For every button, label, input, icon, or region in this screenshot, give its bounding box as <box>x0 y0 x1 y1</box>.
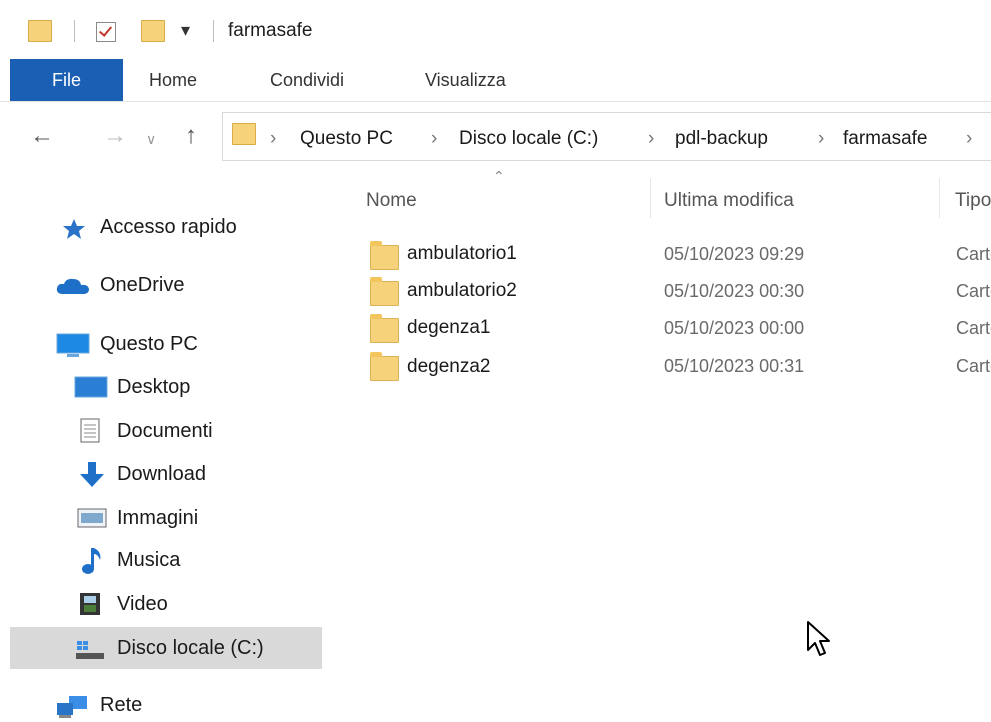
breadcrumb-chevron[interactable]: › <box>966 128 972 150</box>
recent-locations-chevron-icon[interactable]: ∨ <box>146 131 156 148</box>
breadcrumb-chevron[interactable]: › <box>648 128 654 150</box>
customize-toolbar-dropdown-icon[interactable]: ▾ <box>181 20 190 41</box>
window-title: farmasafe <box>228 20 313 41</box>
drive-icon <box>76 641 104 659</box>
desktop-icon <box>74 376 108 398</box>
breadcrumb-questo-pc[interactable]: Questo PC <box>300 128 393 150</box>
file-name[interactable]: ambulatorio2 <box>407 280 517 302</box>
nav-item-disco-locale[interactable]: Disco locale (C:) <box>117 637 264 660</box>
nav-item-accesso-rapido[interactable]: Accesso rapido <box>100 216 237 239</box>
toolbar-separator <box>74 20 75 42</box>
column-separator[interactable] <box>650 178 651 218</box>
nav-item-download[interactable]: Download <box>117 463 206 486</box>
address-folder-icon <box>232 123 256 145</box>
column-header-type[interactable]: Tipo <box>955 190 991 212</box>
breadcrumb-pdl-backup[interactable]: pdl-backup <box>675 128 768 150</box>
folder-icon <box>370 314 399 343</box>
forward-button[interactable]: → <box>103 122 127 150</box>
cloud-icon <box>56 278 89 294</box>
folder-icon <box>370 241 399 270</box>
file-modified: 05/10/2023 00:30 <box>664 281 805 301</box>
back-button[interactable]: ← <box>30 122 54 150</box>
ribbon-divider <box>0 101 991 102</box>
properties-icon[interactable] <box>96 22 116 42</box>
music-icon <box>82 548 101 574</box>
file-modified: 05/10/2023 09:29 <box>664 244 805 264</box>
toolbar-separator <box>213 20 214 42</box>
nav-item-questo-pc[interactable]: Questo PC <box>100 333 198 356</box>
nav-item-rete[interactable]: Rete <box>100 694 142 717</box>
file-name[interactable]: degenza2 <box>407 356 490 378</box>
nav-item-musica[interactable]: Musica <box>117 549 180 572</box>
file-type: Cartella di file <box>956 356 991 376</box>
tab-home[interactable]: Home <box>149 70 197 91</box>
file-name[interactable]: ambulatorio1 <box>407 243 517 265</box>
image-icon <box>77 508 107 528</box>
breadcrumb-chevron[interactable]: › <box>270 128 276 150</box>
nav-item-desktop[interactable]: Desktop <box>117 376 190 399</box>
sort-ascending-icon: ⌃ <box>493 168 505 184</box>
nav-item-onedrive[interactable]: OneDrive <box>100 274 184 297</box>
computer-icon <box>56 333 90 357</box>
tab-condividi[interactable]: Condividi <box>270 70 344 91</box>
folder-icon <box>370 352 399 381</box>
new-folder-icon[interactable] <box>141 20 165 42</box>
tab-file[interactable]: File <box>10 59 123 101</box>
breadcrumb-disco-locale[interactable]: Disco locale (C:) <box>459 128 598 150</box>
file-name[interactable]: degenza1 <box>407 317 490 339</box>
file-modified: 05/10/2023 00:31 <box>664 356 805 376</box>
video-icon <box>80 593 100 615</box>
column-header-name[interactable]: Nome <box>366 190 417 212</box>
breadcrumb-chevron[interactable]: › <box>818 128 824 150</box>
breadcrumb-chevron[interactable]: › <box>431 128 437 150</box>
file-type: Cartella di file <box>956 244 991 264</box>
column-header-modified[interactable]: Ultima modifica <box>664 190 794 212</box>
tab-visualizza[interactable]: Visualizza <box>425 70 506 91</box>
file-modified: 05/10/2023 00:00 <box>664 318 805 338</box>
download-icon <box>80 462 104 487</box>
nav-item-documenti[interactable]: Documenti <box>117 420 213 443</box>
mouse-cursor-icon <box>807 621 830 656</box>
file-type: Cartella di file <box>956 318 991 338</box>
up-button[interactable]: ↑ <box>185 122 197 150</box>
quick-access-folder-icon[interactable] <box>28 20 52 42</box>
file-type: Cartella di file <box>956 281 991 301</box>
breadcrumb-farmasafe[interactable]: farmasafe <box>843 128 927 150</box>
network-icon <box>57 696 87 718</box>
star-icon <box>63 219 85 239</box>
nav-item-video[interactable]: Video <box>117 593 168 616</box>
nav-item-immagini[interactable]: Immagini <box>117 507 198 530</box>
document-icon <box>80 418 100 443</box>
column-separator[interactable] <box>939 178 940 218</box>
folder-icon <box>370 277 399 306</box>
